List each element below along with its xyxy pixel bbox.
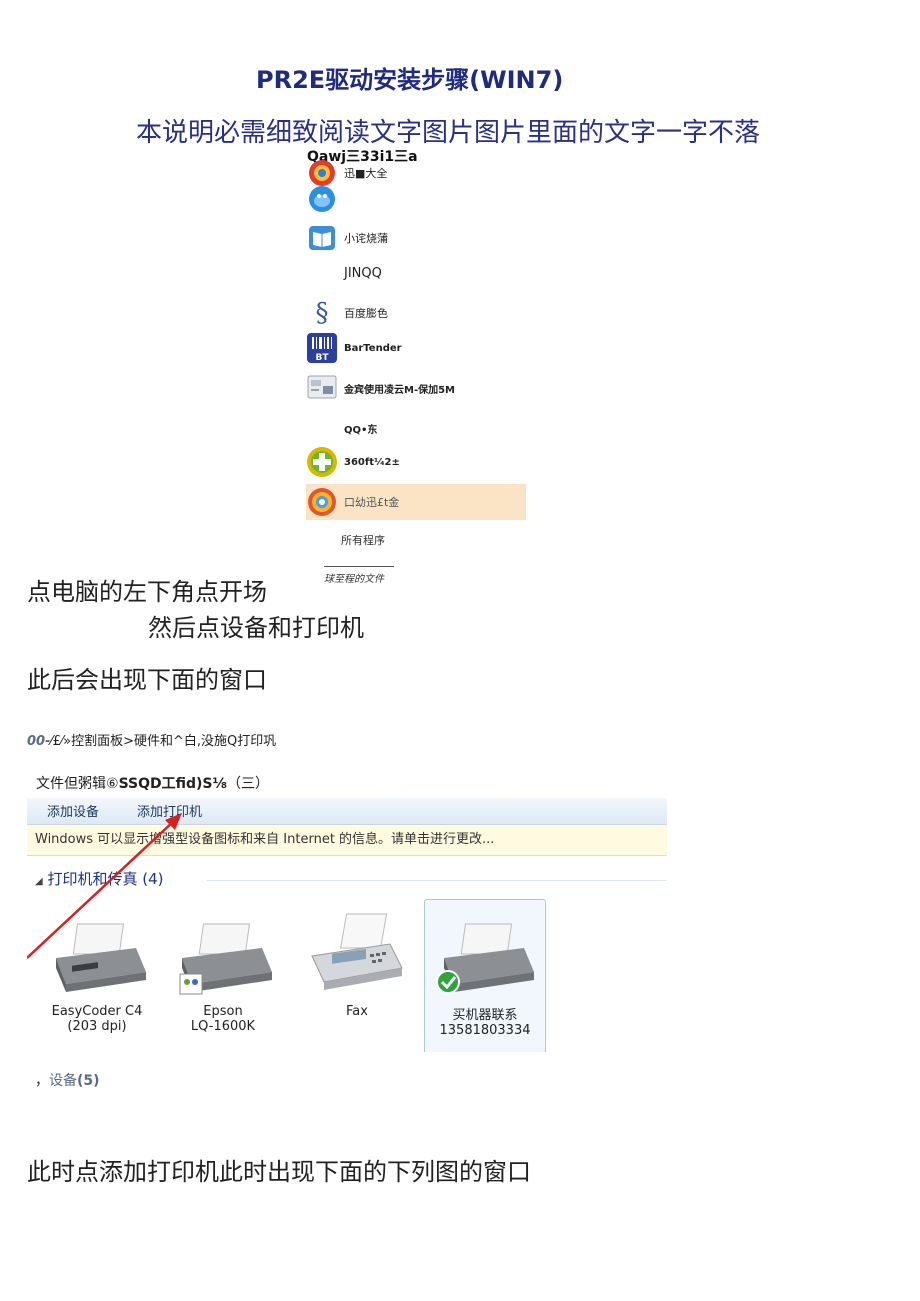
start-menu-item[interactable]: § 百度膨色 <box>306 296 526 330</box>
start-menu-item[interactable]: BT BarTender <box>306 331 526 365</box>
start-menu-item[interactable]: 360ft⅟₄2± <box>306 445 526 479</box>
all-programs-link[interactable]: 所有程序 <box>341 532 385 548</box>
start-menu-item[interactable]: QQ•东 <box>306 411 526 445</box>
devices-group-header[interactable]: ，设备(5) <box>35 1070 100 1090</box>
menu-bar-bold-text: SSQD工fid)S⅛ <box>118 776 227 792</box>
book-icon <box>306 222 338 254</box>
section-icon: § <box>315 298 329 328</box>
start-menu-item[interactable]: JINQQ <box>306 256 526 290</box>
start-menu-item[interactable]: 口幼迅£t金 <box>306 484 526 520</box>
nav-arrows-icon[interactable]: 00- <box>27 734 51 749</box>
start-menu-item-label: 百度膨色 <box>344 307 388 320</box>
start-menu-item[interactable]: 小诧烧蒲 <box>306 221 526 255</box>
start-menu-item-label: 金宾使用凌云M-保加5M <box>344 384 456 396</box>
start-menu-item[interactable]: 金宾使用凌云M-保加5M <box>306 371 526 405</box>
qq-penguin-icon <box>306 183 338 215</box>
start-menu-item-label: 口幼迅£t金 <box>344 496 400 509</box>
recent-files-text: 球至程的文件 <box>324 566 394 585</box>
breadcrumb-path: ⁄£⁄»控割面板>硬件和^白,没施Q打印巩 <box>50 734 277 749</box>
devices-group-label: 设备 <box>49 1073 77 1089</box>
start-menu-item-label: 360ft⅟₄2± <box>344 456 400 468</box>
svg-text:BT: BT <box>316 353 330 363</box>
start-menu-item-label: BarTender <box>344 342 402 354</box>
menu-bar-tail: （三） <box>227 776 269 792</box>
breadcrumb[interactable]: 00-⁄£⁄»控割面板>硬件和^白,没施Q打印巩 <box>27 730 276 749</box>
step2-text: 此后会出现下面的窗口 <box>27 666 267 694</box>
plus-icon <box>306 446 338 478</box>
red-arrow-annotation <box>27 813 182 959</box>
menu-bar-text: 文件但粥辑⑥ <box>36 776 119 792</box>
step3-text: 此时点添加打印机此时出现下面的下列图的窗口 <box>27 1158 531 1186</box>
devices-prefix: ， <box>35 1073 49 1089</box>
software-icon <box>306 372 338 404</box>
browser-icon <box>306 486 338 518</box>
start-menu-item-label: QQ•东 <box>344 424 378 436</box>
start-menu-item-label: JINQQ <box>344 265 382 281</box>
bartender-icon: BT <box>306 332 338 364</box>
devices-window: 添加设备 添加打印机 Windows 可以显示增强型设备图标和来自 Intern… <box>27 798 667 1052</box>
page-subtitle: 本说明必需细致阅读文字图片图片里面的文字一字不落 <box>136 118 761 148</box>
devices-group-count: (5) <box>77 1073 100 1089</box>
start-menu-item-label: 迅■大全 <box>344 167 388 180</box>
step1b-text: 然后点设备和打印机 <box>148 614 364 642</box>
menu-bar[interactable]: 文件但粥辑⑥SSQD工fid)S⅛（三） <box>36 773 269 793</box>
start-menu-item-label: 小诧烧蒲 <box>344 232 388 245</box>
page-title: PR2E驱动安装步骤(WIN7) <box>256 66 564 94</box>
step1-text: 点电脑的左下角点开场 <box>27 578 267 606</box>
start-menu-item[interactable] <box>306 182 526 216</box>
